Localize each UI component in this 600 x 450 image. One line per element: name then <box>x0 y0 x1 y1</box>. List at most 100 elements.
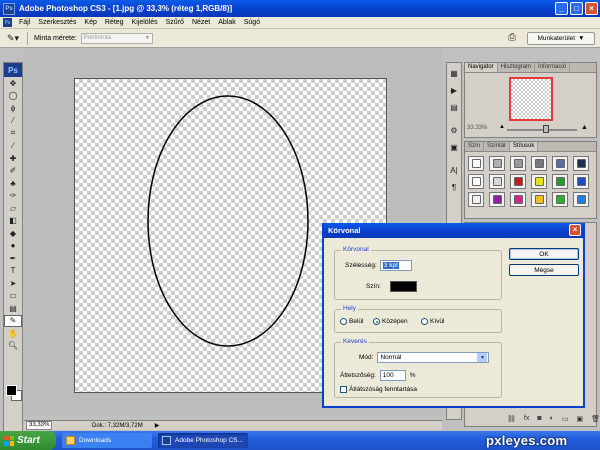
tab-styles[interactable]: Stílusok <box>510 142 539 151</box>
status-menu-icon[interactable]: ▶ <box>155 422 160 429</box>
eyedropper-icon[interactable]: ✎▾ <box>5 31 21 45</box>
marquee-icon[interactable]: ◯ <box>4 90 22 103</box>
palette-well-icon[interactable]: ⎙ <box>508 32 516 43</box>
pen-icon[interactable]: ✒ <box>4 252 22 265</box>
minimize-button[interactable]: _ <box>555 2 568 15</box>
move-icon[interactable]: ✥ <box>4 77 22 90</box>
zoom-field[interactable]: 33,33% <box>26 421 52 430</box>
new-group-icon[interactable]: ▭ <box>562 415 569 423</box>
actions-panel-icon[interactable]: ▣ <box>447 140 461 154</box>
menu-window[interactable]: Ablak <box>214 19 240 26</box>
history-panel-icon[interactable]: ⚙ <box>447 123 461 137</box>
style-swatch[interactable] <box>510 174 526 189</box>
dodge-icon[interactable]: ● <box>4 240 22 253</box>
taskbar-item-photoshop[interactable]: Adobe Photoshop CS... <box>158 433 248 448</box>
lasso-icon[interactable]: ϕ <box>4 102 22 115</box>
adjustment-layer-icon[interactable]: ◐ <box>550 415 554 423</box>
radio-outside[interactable] <box>421 318 428 325</box>
style-swatch[interactable] <box>489 174 505 189</box>
tab-navigator[interactable]: Navigátor <box>465 63 498 72</box>
style-swatch[interactable] <box>531 174 547 189</box>
style-swatch[interactable] <box>573 156 589 171</box>
healing-icon[interactable]: ✚ <box>4 152 22 165</box>
shape-icon[interactable]: ▭ <box>4 290 22 303</box>
blur-icon[interactable]: ◆ <box>4 227 22 240</box>
navigator-slider-handle[interactable] <box>543 125 549 133</box>
workspace-button[interactable]: Munkaterület ▼ <box>527 32 595 45</box>
style-swatch[interactable] <box>468 192 484 207</box>
photoshop-menu-icon[interactable]: Ps <box>3 18 12 27</box>
foreground-color-swatch[interactable] <box>6 385 17 396</box>
zoom-icon[interactable]: 🔍︎ <box>4 340 22 353</box>
stroke-color-swatch[interactable] <box>389 281 417 292</box>
menu-select[interactable]: Kijelölés <box>128 19 162 26</box>
eyedropper-tool-icon[interactable]: ✎ <box>4 314 22 327</box>
tab-histogram[interactable]: Hisztogram <box>498 63 536 72</box>
hand-icon[interactable]: ✋ <box>4 327 22 340</box>
ok-button[interactable]: OK <box>509 248 579 260</box>
character-panel-icon[interactable]: A| <box>447 163 461 177</box>
radio-center[interactable] <box>373 318 380 325</box>
tab-color[interactable]: Szín <box>465 142 485 151</box>
layer-mask-icon[interactable]: ◙ <box>537 415 541 423</box>
width-field[interactable]: 3 kpt <box>379 260 412 271</box>
zoom-in-icon[interactable]: ▲ <box>581 124 588 131</box>
style-swatch[interactable] <box>552 174 568 189</box>
style-swatch[interactable] <box>573 174 589 189</box>
menu-layer[interactable]: Réteg <box>101 19 128 26</box>
zoom-out-icon[interactable]: ▲ <box>499 124 505 130</box>
layer-style-icon[interactable]: fx <box>524 415 529 423</box>
gradient-icon[interactable]: ◧ <box>4 215 22 228</box>
magic-wand-icon[interactable]: ⁄ <box>4 115 22 128</box>
path-select-icon[interactable]: ➤ <box>4 277 22 290</box>
style-swatch[interactable] <box>552 156 568 171</box>
type-icon[interactable]: T <box>4 265 22 278</box>
radio-inside[interactable] <box>340 318 347 325</box>
menu-help[interactable]: Súgó <box>240 19 264 26</box>
style-swatch[interactable] <box>573 192 589 207</box>
brushes-panel-icon[interactable]: ▦ <box>447 66 461 80</box>
tab-swatches[interactable]: Színtár <box>484 142 511 151</box>
start-button[interactable]: Start <box>0 431 56 450</box>
preserve-transparency-checkbox[interactable] <box>340 386 347 393</box>
mode-select[interactable]: Normál ▼ <box>377 352 490 363</box>
link-layers-icon[interactable]: ⛓ <box>507 415 516 423</box>
menu-edit[interactable]: Szerkesztés <box>34 19 80 26</box>
dialog-close-button[interactable]: × <box>569 224 581 236</box>
slice-icon[interactable]: ∕ <box>4 140 22 153</box>
menu-image[interactable]: Kép <box>80 19 100 26</box>
history-brush-icon[interactable]: ✑ <box>4 190 22 203</box>
maximize-button[interactable]: □ <box>570 2 583 15</box>
style-swatch[interactable] <box>489 156 505 171</box>
navigator-zoom-slider[interactable] <box>507 129 577 131</box>
delete-layer-icon[interactable]: 🗑︎ <box>591 415 600 423</box>
layer-comps-icon[interactable]: ▤ <box>447 100 461 114</box>
style-swatch[interactable] <box>531 156 547 171</box>
cancel-button[interactable]: Mégse <box>509 264 579 276</box>
opacity-field[interactable]: 100 <box>379 370 406 381</box>
sample-size-select[interactable]: Pontminta ▼ <box>80 32 153 44</box>
menu-file[interactable]: Fájl <box>15 19 34 26</box>
stamp-icon[interactable]: ♣ <box>4 177 22 190</box>
photoshop-logo[interactable]: Ps <box>4 63 22 77</box>
tab-info[interactable]: Információ <box>535 63 571 72</box>
navigator-thumbnail[interactable] <box>509 77 553 121</box>
close-button[interactable]: × <box>585 2 598 15</box>
menu-filter[interactable]: Szűrő <box>162 19 188 26</box>
taskbar-item-downloads[interactable]: Downloads <box>62 433 152 448</box>
crop-icon[interactable]: ⌗ <box>4 127 22 140</box>
tool-presets-icon[interactable]: ▶ <box>447 83 461 97</box>
style-swatch[interactable] <box>489 192 505 207</box>
style-swatch[interactable] <box>468 174 484 189</box>
style-swatch[interactable] <box>510 192 526 207</box>
new-layer-icon[interactable]: ▣ <box>576 415 583 423</box>
style-swatch[interactable] <box>552 192 568 207</box>
notes-icon[interactable]: ▤ <box>4 302 22 315</box>
style-swatch[interactable] <box>510 156 526 171</box>
style-swatch[interactable] <box>468 156 484 171</box>
brush-icon[interactable]: ✐ <box>4 165 22 178</box>
style-swatch[interactable] <box>531 192 547 207</box>
eraser-icon[interactable]: ▱ <box>4 202 22 215</box>
paragraph-panel-icon[interactable]: ¶ <box>447 180 461 194</box>
menu-view[interactable]: Nézet <box>188 19 214 26</box>
